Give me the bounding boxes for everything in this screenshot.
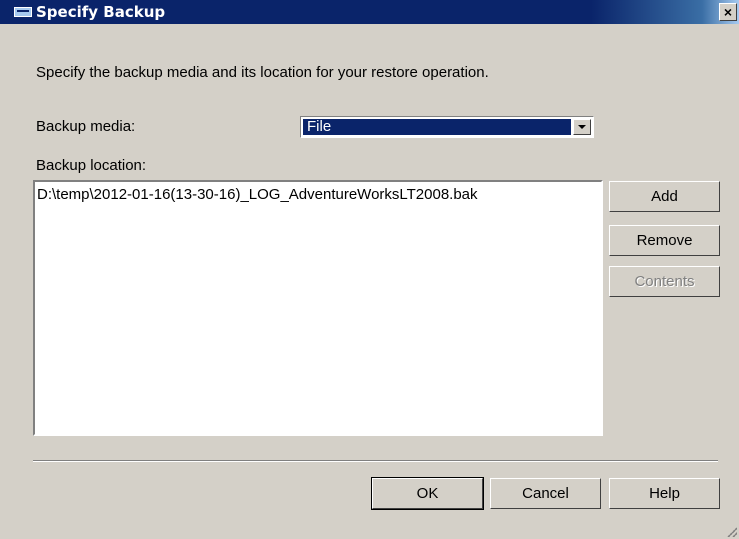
backup-media-value: File (303, 119, 571, 135)
ok-button[interactable]: OK (371, 477, 484, 510)
window-icon (14, 7, 32, 17)
add-button[interactable]: Add (609, 181, 720, 212)
backup-location-list[interactable]: D:\temp\2012-01-16(13-30-16)_LOG_Adventu… (33, 180, 603, 436)
remove-button[interactable]: Remove (609, 225, 720, 256)
title-bar: Specify Backup × (0, 0, 739, 24)
backup-location-label: Backup location: (36, 157, 147, 174)
separator (33, 460, 718, 462)
instructions-text: Specify the backup media and its locatio… (36, 64, 489, 81)
list-item[interactable]: D:\temp\2012-01-16(13-30-16)_LOG_Adventu… (37, 186, 478, 203)
close-button[interactable]: × (719, 3, 737, 21)
help-button[interactable]: Help (609, 478, 720, 509)
resize-grip-icon[interactable] (727, 527, 737, 537)
backup-media-label: Backup media: (36, 118, 136, 135)
contents-button[interactable]: Contents (609, 266, 720, 297)
cancel-button[interactable]: Cancel (490, 478, 601, 509)
close-icon: × (723, 4, 733, 20)
window-title: Specify Backup (36, 3, 166, 21)
chevron-down-icon[interactable] (573, 119, 591, 135)
backup-media-select[interactable]: File (300, 116, 594, 138)
